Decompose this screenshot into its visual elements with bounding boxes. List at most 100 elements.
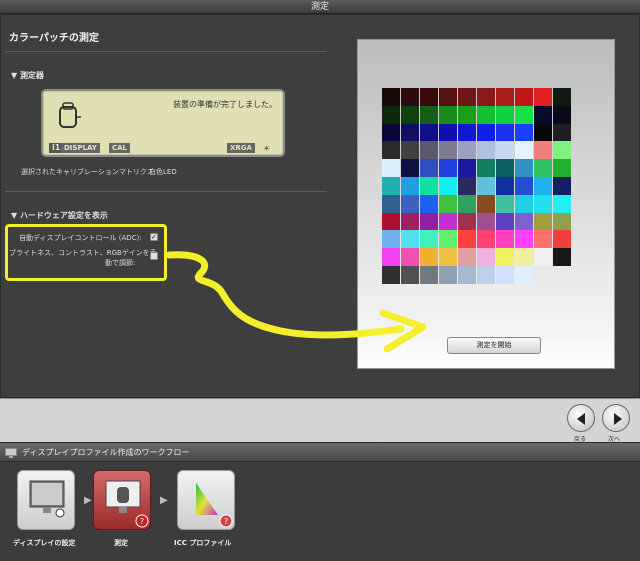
color-patch	[496, 194, 514, 213]
color-patch	[458, 266, 476, 284]
color-patch	[534, 194, 552, 213]
color-patch	[382, 212, 400, 231]
color-patch	[401, 177, 419, 195]
color-patch	[534, 88, 552, 106]
color-patch	[477, 248, 495, 267]
color-patch	[420, 141, 438, 160]
svg-text:?: ?	[140, 517, 144, 526]
color-patch	[401, 88, 419, 106]
color-patch	[382, 88, 400, 106]
monitor-icon	[5, 448, 17, 458]
color-patch	[477, 159, 495, 178]
color-patch	[439, 141, 457, 160]
color-patch	[458, 159, 476, 178]
color-patch	[420, 159, 438, 178]
color-patch	[439, 105, 457, 124]
color-patch	[534, 177, 552, 195]
color-patch	[534, 248, 552, 267]
measure-device-icon: ?	[105, 480, 149, 528]
color-patch	[515, 177, 533, 195]
color-patch	[553, 88, 571, 106]
color-patch	[534, 123, 552, 142]
color-patch	[553, 159, 571, 178]
color-patch	[515, 194, 533, 213]
color-patch	[477, 177, 495, 195]
color-patch	[458, 123, 476, 142]
color-patch	[515, 266, 533, 284]
color-patch	[439, 212, 457, 231]
color-patch	[515, 212, 533, 231]
color-patch	[496, 159, 514, 178]
next-arrow-icon	[614, 413, 622, 425]
color-patch	[401, 159, 419, 178]
back-arrow-icon	[577, 413, 585, 425]
color-patch	[382, 194, 400, 213]
main-panel: カラーパッチの測定 ▼ 測定器 装置の準備が完了しました。 i1 DISPLAY…	[0, 14, 640, 398]
color-patch	[458, 177, 476, 195]
back-button[interactable]	[567, 404, 595, 432]
color-patch	[420, 177, 438, 195]
color-patch	[477, 141, 495, 160]
next-button[interactable]	[602, 404, 630, 432]
start-measurement-button[interactable]: 測定を開始	[447, 337, 541, 354]
color-patch	[382, 105, 400, 124]
color-patch	[458, 194, 476, 213]
color-patch	[553, 177, 571, 195]
svg-text:?: ?	[224, 517, 228, 526]
color-patch	[439, 230, 457, 249]
color-patch	[553, 141, 571, 160]
color-patch	[477, 105, 495, 124]
xrga-tag: XRGA	[227, 143, 255, 153]
step-icc-profile[interactable]: ?	[177, 470, 235, 530]
color-patch	[439, 194, 457, 213]
color-patch	[458, 105, 476, 124]
workflow-steps: ▶ ? ▶ ? ディスプレイの設定 測定 ICC プロファイル	[0, 462, 640, 561]
cal-tag: CAL	[109, 143, 131, 153]
calibration-value: 白色LED	[149, 168, 177, 176]
color-patch	[515, 248, 533, 267]
chevron-right-icon: ▶	[84, 495, 92, 506]
color-patch	[553, 248, 571, 267]
chevron-right-icon: ▶	[160, 495, 168, 506]
color-patch	[534, 230, 552, 249]
gamut-icon: ?	[196, 483, 233, 528]
step-measure[interactable]: ?	[93, 470, 151, 530]
hardware-section-toggle[interactable]: ▼ ハードウェア設定を表示	[11, 210, 108, 221]
color-patch	[439, 248, 457, 267]
display-tag: DISPLAY	[61, 143, 100, 153]
color-patch	[420, 105, 438, 124]
monitor-settings-icon	[29, 480, 65, 518]
color-patch	[439, 159, 457, 178]
color-patch	[553, 105, 571, 124]
color-patch	[458, 230, 476, 249]
color-patch	[534, 141, 552, 160]
color-patch	[439, 88, 457, 106]
color-patch	[420, 88, 438, 106]
color-patch	[534, 212, 552, 231]
color-patch	[439, 123, 457, 142]
color-patch	[458, 212, 476, 231]
color-patch	[420, 194, 438, 213]
window-title: 測定	[0, 0, 640, 14]
color-patch	[477, 212, 495, 231]
color-patch	[401, 212, 419, 231]
color-patch	[477, 266, 495, 284]
color-patch	[553, 123, 571, 142]
step-label-icc-profile: ICC プロファイル	[174, 539, 232, 547]
color-patch	[496, 105, 514, 124]
color-patch	[515, 230, 533, 249]
navigation-bar: 戻る 次へ	[0, 398, 640, 443]
lcd-tag-row: i1 DISPLAY CAL XRGA ☀	[49, 143, 277, 153]
workflow-header: ディスプレイプロファイル作成のワークフロー	[0, 442, 640, 462]
color-patch	[496, 266, 514, 284]
lamp-icon: ☀	[263, 144, 271, 153]
annotation-arrow	[165, 251, 427, 353]
calibration-label: 選択されたキャリブレーションマトリクス:	[21, 168, 157, 176]
color-patch	[515, 123, 533, 142]
divider	[5, 51, 327, 52]
divider	[5, 191, 327, 192]
step-display-settings[interactable]	[17, 470, 75, 530]
instrument-section-toggle[interactable]: ▼ 測定器	[11, 70, 44, 81]
color-patch	[439, 177, 457, 195]
color-patch	[458, 248, 476, 267]
